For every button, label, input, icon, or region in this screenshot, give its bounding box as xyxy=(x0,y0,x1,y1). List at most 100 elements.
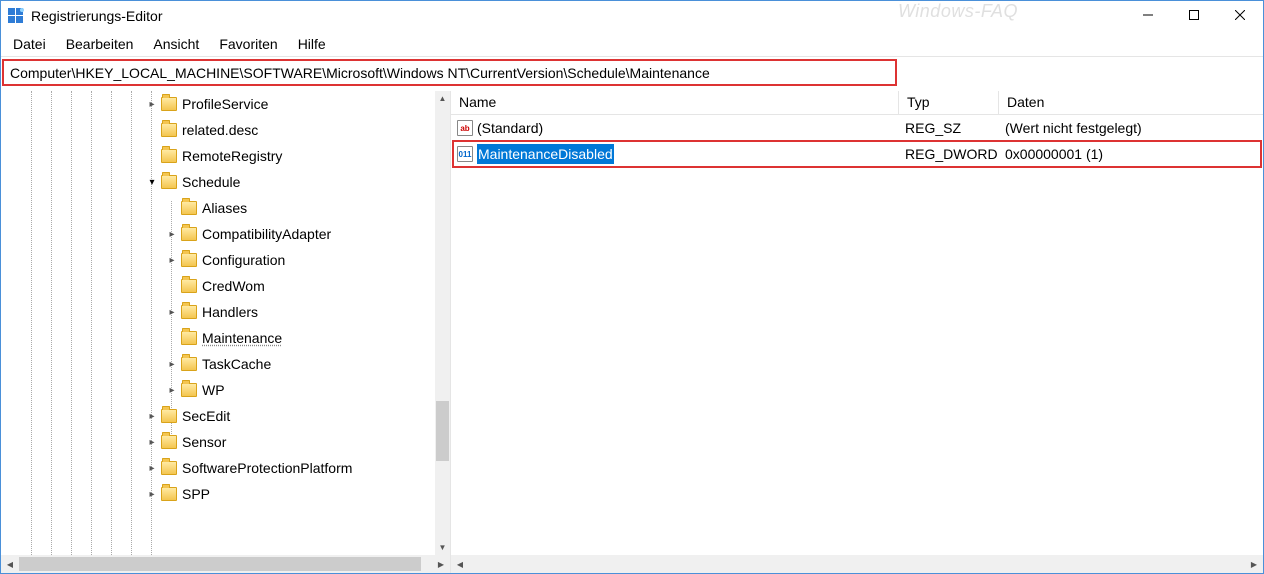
folder-icon xyxy=(161,175,177,189)
tree-node-schedule[interactable]: ▾Schedule xyxy=(1,169,435,195)
tree-node-configuration[interactable]: ▸ Configuration xyxy=(1,247,435,273)
list-header: Name Typ Daten xyxy=(451,91,1263,115)
tree-spacer xyxy=(165,279,179,293)
column-name[interactable]: Name xyxy=(451,91,899,114)
folder-icon xyxy=(181,383,197,397)
chevron-down-icon[interactable]: ▾ xyxy=(145,175,159,189)
list-pane: Name Typ Daten ab(Standard)REG_SZ(Wert n… xyxy=(451,91,1263,555)
scroll-right-icon[interactable]: ▶ xyxy=(432,555,450,573)
value-name: MaintenanceDisabled xyxy=(478,146,613,162)
address-input[interactable] xyxy=(4,63,895,83)
tree-hscroll-thumb[interactable] xyxy=(19,557,421,571)
folder-icon xyxy=(161,97,177,111)
close-button[interactable] xyxy=(1217,1,1263,29)
tree-view[interactable]: ▸ ProfileService related.desc RemoteRegistr… xyxy=(1,91,435,555)
tree-node-label: Handlers xyxy=(202,304,258,320)
tree-node-credwom[interactable]: CredWom xyxy=(1,273,435,299)
tree-hscroll[interactable]: ◀ ▶ xyxy=(1,555,451,573)
chevron-right-icon[interactable]: ▸ xyxy=(165,305,179,319)
tree-node-label: CredWom xyxy=(202,278,265,294)
tree-node-related-desc[interactable]: related.desc xyxy=(1,117,435,143)
scroll-down-icon[interactable]: ▼ xyxy=(435,540,450,555)
value-data: (Wert nicht festgelegt) xyxy=(999,120,1263,136)
tree-node-label: SPP xyxy=(182,486,210,502)
chevron-right-icon[interactable]: ▸ xyxy=(145,435,159,449)
menu-edit[interactable]: Bearbeiten xyxy=(56,34,144,54)
chevron-right-icon[interactable]: ▸ xyxy=(145,97,159,111)
column-data[interactable]: Daten xyxy=(999,91,1263,114)
tree-node-maintenance[interactable]: Maintenance xyxy=(1,325,435,351)
folder-icon xyxy=(161,409,177,423)
tree-node-label: WP xyxy=(202,382,225,398)
minimize-icon xyxy=(1143,10,1153,20)
bottom-scrollbars: ◀ ▶ ◀ ▶ xyxy=(1,555,1263,573)
tree-node-wp[interactable]: ▸ WP xyxy=(1,377,435,403)
folder-icon xyxy=(181,279,197,293)
scroll-right-icon[interactable]: ▶ xyxy=(1245,555,1263,573)
value-type: REG_SZ xyxy=(899,120,999,136)
value-data: 0x00000001 (1) xyxy=(999,146,1263,162)
folder-icon xyxy=(161,435,177,449)
scroll-thumb[interactable] xyxy=(436,401,449,461)
scroll-left-icon[interactable]: ◀ xyxy=(451,555,469,573)
tree-node-label: SecEdit xyxy=(182,408,230,424)
value-type: REG_DWORD xyxy=(899,146,999,162)
tree-node-remoteregistry[interactable]: RemoteRegistry xyxy=(1,143,435,169)
dword-value-icon: 011 xyxy=(457,146,473,162)
list-hscroll[interactable]: ◀ ▶ xyxy=(451,555,1263,573)
tree-spacer xyxy=(165,331,179,345)
window-controls xyxy=(1125,1,1263,29)
window-title: Registrierungs-Editor xyxy=(31,8,163,24)
folder-icon xyxy=(161,461,177,475)
tree-node-secedit[interactable]: ▸ SecEdit xyxy=(1,403,435,429)
folder-icon xyxy=(181,305,197,319)
menu-favorites[interactable]: Favoriten xyxy=(209,34,287,54)
chevron-right-icon[interactable]: ▸ xyxy=(145,409,159,423)
titlebar: Registrierungs-Editor Windows-FAQ xyxy=(1,1,1263,31)
tree-node-label: Aliases xyxy=(202,200,247,216)
folder-icon xyxy=(181,227,197,241)
value-row[interactable]: ab(Standard)REG_SZ(Wert nicht festgelegt… xyxy=(451,115,1263,141)
minimize-button[interactable] xyxy=(1125,1,1171,29)
tree-node-profileservice[interactable]: ▸ ProfileService xyxy=(1,91,435,117)
watermark-text: Windows-FAQ xyxy=(898,1,1018,22)
tree-node-softwareprotectionplatform[interactable]: ▸ SoftwareProtectionPlatform xyxy=(1,455,435,481)
menu-help[interactable]: Hilfe xyxy=(288,34,336,54)
app-icon xyxy=(7,7,25,25)
tree-node-label: Configuration xyxy=(202,252,285,268)
chevron-right-icon[interactable]: ▸ xyxy=(165,357,179,371)
main-area: ▸ ProfileService related.desc RemoteRegistr… xyxy=(1,91,1263,555)
chevron-right-icon[interactable]: ▸ xyxy=(145,461,159,475)
tree-scrollbar[interactable]: ▲ ▼ xyxy=(435,91,450,555)
tree-node-aliases[interactable]: Aliases xyxy=(1,195,435,221)
tree-node-label: related.desc xyxy=(182,122,258,138)
tree-pane: ▸ ProfileService related.desc RemoteRegistr… xyxy=(1,91,451,555)
tree-node-sensor[interactable]: ▸Sensor xyxy=(1,429,435,455)
list-body[interactable]: ab(Standard)REG_SZ(Wert nicht festgelegt… xyxy=(451,115,1263,167)
tree-spacer xyxy=(145,149,159,163)
tree-node-taskcache[interactable]: ▸ TaskCache xyxy=(1,351,435,377)
tree-node-label: SoftwareProtectionPlatform xyxy=(182,460,352,476)
scroll-up-icon[interactable]: ▲ xyxy=(435,91,450,106)
chevron-right-icon[interactable]: ▸ xyxy=(145,487,159,501)
folder-icon xyxy=(161,487,177,501)
chevron-right-icon[interactable]: ▸ xyxy=(165,383,179,397)
tree-spacer xyxy=(165,201,179,215)
string-value-icon: ab xyxy=(457,120,473,136)
chevron-right-icon[interactable]: ▸ xyxy=(165,227,179,241)
tree-node-handlers[interactable]: ▸ Handlers xyxy=(1,299,435,325)
scroll-left-icon[interactable]: ◀ xyxy=(1,555,19,573)
tree-node-label: TaskCache xyxy=(202,356,271,372)
tree-node-label: RemoteRegistry xyxy=(182,148,282,164)
menu-view[interactable]: Ansicht xyxy=(143,34,209,54)
maximize-button[interactable] xyxy=(1171,1,1217,29)
tree-node-label: ProfileService xyxy=(182,96,268,112)
folder-icon xyxy=(181,331,197,345)
tree-node-compatibilityadapter[interactable]: ▸ CompatibilityAdapter xyxy=(1,221,435,247)
column-type[interactable]: Typ xyxy=(899,91,999,114)
tree-node-spp[interactable]: ▸ SPP xyxy=(1,481,435,507)
chevron-right-icon[interactable]: ▸ xyxy=(165,253,179,267)
value-row[interactable]: 011 MaintenanceDisabled REG_DWORD0x0000000… xyxy=(451,141,1263,167)
tree-node-label: CompatibilityAdapter xyxy=(202,226,331,242)
menu-file[interactable]: Datei xyxy=(3,34,56,54)
